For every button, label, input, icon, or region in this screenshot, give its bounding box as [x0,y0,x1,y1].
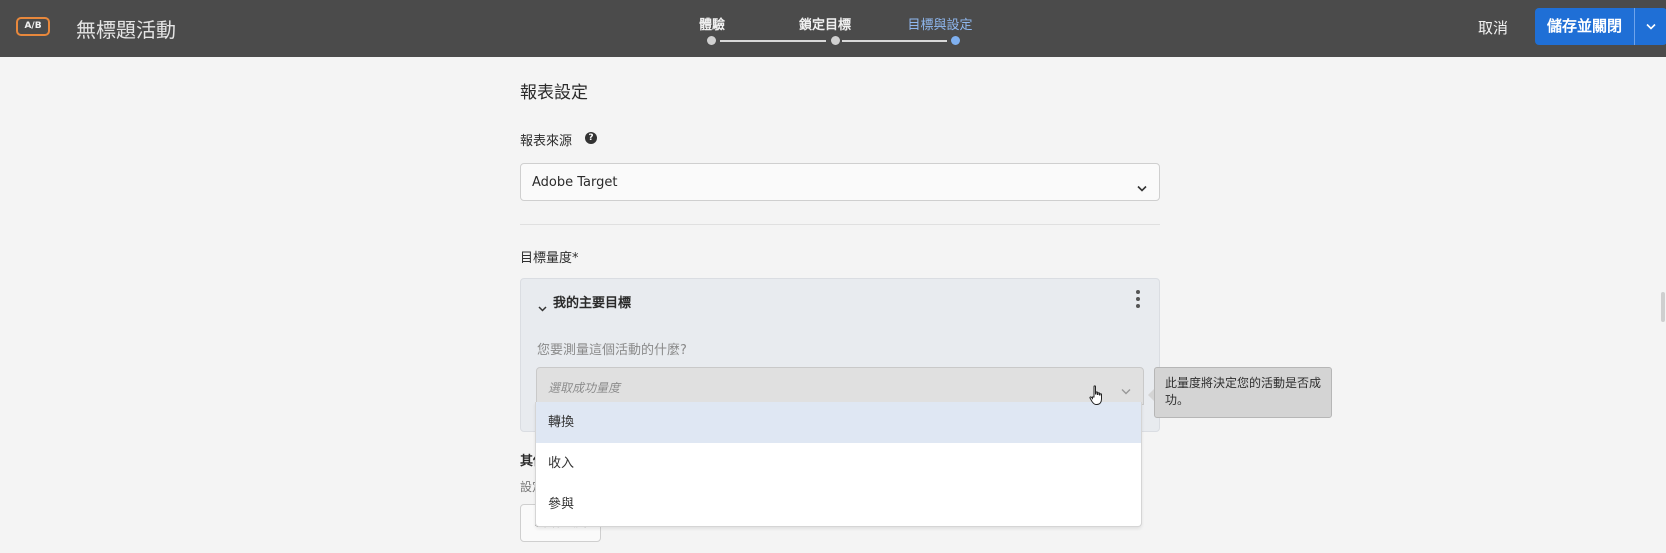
option-conversion[interactable]: 轉換 [536,402,1141,443]
chevron-down-icon [1121,380,1131,399]
success-metric-select[interactable]: 選取成功量度 [536,367,1144,405]
save-options-button[interactable] [1634,8,1666,45]
reporting-source-value: Adobe Target [532,175,618,190]
step-dot-3 [951,36,960,45]
step-dot-2 [831,36,840,45]
reporting-settings-heading: 報表設定 [520,83,588,103]
save-and-close-button[interactable]: 儲存並關閉 [1535,8,1635,45]
scrollbar-thumb[interactable] [1661,292,1665,322]
metric-select-placeholder: 選取成功量度 [548,381,621,395]
save-button-group: 儲存並關閉 [1535,8,1666,45]
metric-question: 您要測量這個活動的什麼? [537,343,687,358]
step-goals-settings[interactable]: 目標與設定 [890,14,990,33]
workflow-stepper: 體驗 鎖定目標 目標與設定 [699,14,1000,50]
reporting-source-label: 報表來源 [520,134,573,149]
more-options-icon[interactable] [1135,290,1141,310]
option-engagement[interactable]: 參與 [536,484,1141,525]
chevron-down-icon [1646,23,1656,30]
top-bar: A/B 無標題活動 體驗 鎖定目標 目標與設定 取消 儲存並關閉 [0,0,1666,57]
metric-options-menu: 轉換 收入 參與 [535,402,1142,527]
section-divider [520,224,1160,225]
primary-goal-title[interactable]: 我的主要目標 [553,292,631,311]
step-connector [842,40,947,42]
step-connector [720,40,826,42]
chevron-down-icon[interactable] [538,297,547,316]
step-dot-1 [707,36,716,45]
chevron-down-icon [1137,177,1147,196]
activity-title[interactable]: 無標題活動 [76,14,176,43]
step-targeting[interactable]: 鎖定目標 [775,14,875,33]
hand-pointer-icon [1089,385,1105,411]
goal-metric-label: 目標量度* [520,251,579,266]
step-experiences[interactable]: 體驗 [662,14,762,33]
option-revenue[interactable]: 收入 [536,443,1141,484]
ab-activity-badge: A/B [16,17,50,36]
cancel-button[interactable]: 取消 [1478,17,1508,38]
metric-tooltip: 此量度將決定您的活動是否成功。 [1154,367,1332,418]
question-circle-icon[interactable]: ? [585,132,597,144]
reporting-source-select[interactable]: Adobe Target [520,163,1160,201]
